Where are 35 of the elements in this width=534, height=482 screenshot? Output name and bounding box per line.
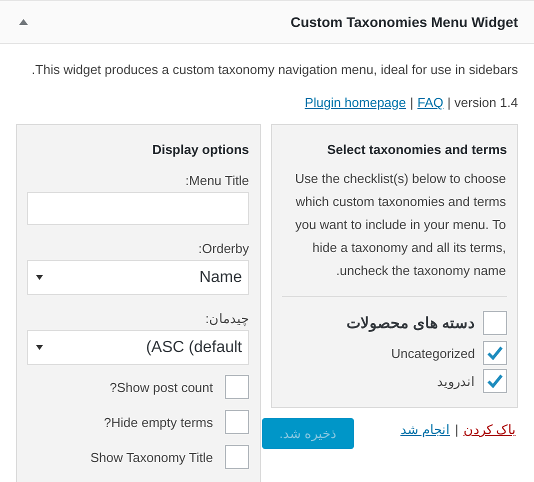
separator-text: | [454, 422, 458, 437]
link[interactable]: FAQ [417, 94, 444, 112]
term-label: اندروید [437, 374, 475, 388]
option-label: Show Taxonomy Title [90, 450, 213, 464]
widget-description: This widget produces a custom taxonomy navigation menu, ideal for use in sidebars. [30, 61, 519, 79]
checkbox[interactable] [483, 311, 507, 335]
dropdown-caret-icon [36, 345, 43, 350]
option-label: Hide empty terms? [104, 414, 213, 430]
panel-title: Display options [151, 142, 249, 157]
link[interactable]: انجام شد [400, 422, 450, 437]
widget-title: Custom Taxonomies Menu Widget [290, 14, 518, 30]
collapse-triangle-icon[interactable] [19, 19, 28, 25]
menu-title-field[interactable] [27, 192, 249, 225]
checkbox[interactable] [225, 375, 249, 399]
dropdown-caret-icon [36, 275, 43, 280]
separator-text: | version 1.4 [447, 94, 518, 112]
checkbox[interactable] [483, 369, 507, 393]
checkmark-icon [487, 374, 503, 388]
field-label: چیدمان: [204, 311, 249, 327]
orderby-select[interactable]: Name [27, 260, 249, 295]
link[interactable]: Plugin homepage [304, 94, 406, 112]
taxonomy-label: دسته های محصولات [346, 314, 475, 332]
field-label: Orderby: [197, 241, 249, 257]
panel-title: Select taxonomies and terms [326, 142, 507, 157]
separator-text: | [410, 94, 414, 112]
help-text: Use the checklist(s) below to choose which custom taxonomies and terms you want to include in your menu. To hide a taxonomy and all its terms, uncheck the taxonomy name. [294, 170, 507, 280]
order-select[interactable]: (ASC (default [27, 330, 249, 365]
delete-link[interactable]: باک کردن [463, 422, 516, 437]
checkmark-icon [487, 346, 503, 360]
checkbox[interactable] [483, 341, 507, 365]
checkbox[interactable] [225, 445, 249, 469]
term-label: Uncategorized [391, 346, 475, 360]
checkbox[interactable] [225, 410, 249, 434]
field-label: Menu Title: [184, 173, 249, 189]
option-label: Show post count? [110, 380, 213, 394]
